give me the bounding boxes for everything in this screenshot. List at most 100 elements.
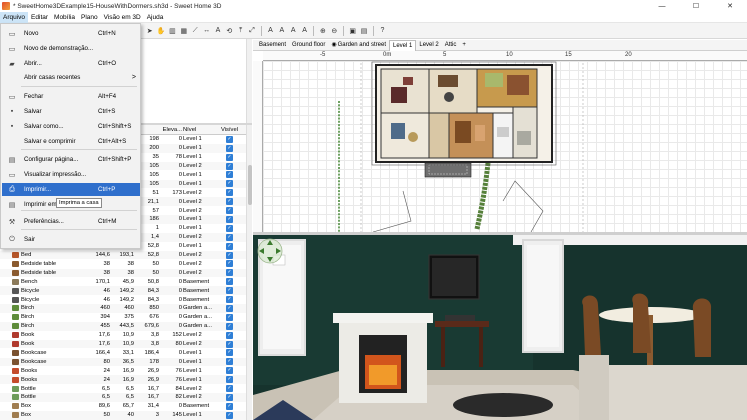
visible-checkbox[interactable]: ✓ xyxy=(226,269,233,277)
catalog-scrollbar[interactable] xyxy=(246,39,252,123)
table-row[interactable]: Bed 144,6 193,1 52,8 0 Level 2 ✓ xyxy=(0,250,246,260)
visible-checkbox[interactable]: ✓ xyxy=(226,207,233,215)
menu-item-salvar-e-comprimir[interactable]: Salvar e comprimir Ctrl+Alt+S xyxy=(2,135,140,148)
table-row[interactable]: Bookcase 166,4 33,1 186,4 0 Level 1 ✓ xyxy=(0,349,246,358)
table-row[interactable]: Bottle 6,5 6,5 16,7 84 Level 2 ✓ xyxy=(0,384,246,393)
menu-plano[interactable]: Plano xyxy=(78,12,101,23)
visible-checkbox[interactable]: ✓ xyxy=(226,287,233,295)
visible-checkbox[interactable]: ✓ xyxy=(226,198,233,206)
house-plan-drawing[interactable] xyxy=(253,51,747,232)
menu-mobilia[interactable]: Mobília xyxy=(51,12,78,23)
visible-checkbox[interactable]: ✓ xyxy=(226,376,233,384)
camera-icon[interactable]: ▣ xyxy=(348,26,357,35)
visible-checkbox[interactable]: ✓ xyxy=(226,411,233,419)
visible-checkbox[interactable]: ✓ xyxy=(226,349,233,357)
visible-checkbox[interactable]: ✓ xyxy=(226,162,233,170)
visible-checkbox[interactable]: ✓ xyxy=(226,242,233,250)
menu-item-preferências[interactable]: ⚒ Preferências... Ctrl+M xyxy=(2,215,140,228)
visible-checkbox[interactable]: ✓ xyxy=(226,224,233,232)
visible-checkbox[interactable]: ✓ xyxy=(226,153,233,161)
text-size-icon[interactable]: A xyxy=(289,26,298,35)
visible-checkbox[interactable]: ✓ xyxy=(226,189,233,197)
tab-ground-floor[interactable]: Ground floor xyxy=(289,40,328,50)
visible-checkbox[interactable]: ✓ xyxy=(226,180,233,188)
tab-attic[interactable]: Attic xyxy=(442,40,460,50)
close-window-button[interactable]: ✕ xyxy=(713,0,747,12)
tab-basement[interactable]: Basement xyxy=(256,40,289,50)
create-dimensions-icon[interactable]: ↔ xyxy=(202,26,211,35)
elevate-icon[interactable]: ⤒ xyxy=(236,26,245,35)
rotate-icon[interactable]: ⟲ xyxy=(225,26,234,35)
visible-checkbox[interactable]: ✓ xyxy=(226,385,233,393)
zoom-in-icon[interactable]: ⊕ xyxy=(318,26,327,35)
menu-item-sair[interactable]: ⏻ Sair xyxy=(2,233,140,246)
table-row[interactable]: Book 17,6 10,9 3,8 80 Level 2 ✓ xyxy=(0,339,246,349)
tab-level-1[interactable]: Level 1 xyxy=(389,39,417,51)
column-header-visible[interactable]: Visível xyxy=(221,127,238,133)
menu-arquivo[interactable]: Arquivo xyxy=(0,11,29,23)
visible-checkbox[interactable]: ✓ xyxy=(226,215,233,223)
create-walls-icon[interactable]: ▥ xyxy=(168,26,177,35)
text-bold-icon[interactable]: A xyxy=(266,26,275,35)
maximize-button[interactable]: ☐ xyxy=(679,0,713,12)
table-row[interactable]: Bottle 6,5 6,5 16,7 82 Level 2 ✓ xyxy=(0,393,246,402)
resize-icon[interactable]: ⤢ xyxy=(248,26,257,35)
visible-checkbox[interactable]: ✓ xyxy=(226,340,233,348)
menu-editar[interactable]: Editar xyxy=(28,12,51,23)
table-row[interactable]: Birch 455 443,5 679,6 0 Garden a... ✓ xyxy=(0,321,246,331)
visible-checkbox[interactable]: ✓ xyxy=(226,233,233,241)
menu-visao-3d[interactable]: Visão em 3D xyxy=(101,12,144,23)
visible-checkbox[interactable]: ✓ xyxy=(226,358,233,366)
visible-checkbox[interactable]: ✓ xyxy=(226,367,233,375)
minimize-button[interactable]: — xyxy=(645,0,679,12)
video-icon[interactable]: ▤ xyxy=(360,26,369,35)
visible-checkbox[interactable]: ✓ xyxy=(226,135,233,143)
table-row[interactable]: Birch 394 375 676 0 Garden a... ✓ xyxy=(0,313,246,322)
plan-view[interactable]: -5 0m 5 10 15 20 xyxy=(253,51,747,232)
table-row[interactable]: Book 17,6 10,9 3,8 152 Level 2 ✓ xyxy=(0,331,246,340)
table-row[interactable]: Box 89,6 65,7 31,4 0 Basement ✓ xyxy=(0,402,246,411)
create-polylines-icon[interactable]: ⟋ xyxy=(191,26,200,35)
zoom-out-icon[interactable]: ⊖ xyxy=(330,26,339,35)
select-mode-icon[interactable]: ➤ xyxy=(145,26,154,35)
scrollbar-thumb[interactable] xyxy=(248,165,252,205)
table-row[interactable]: Birch 460 460 850 0 Garden a... ✓ xyxy=(0,304,246,313)
table-row[interactable]: Books 24 16,9 26,9 76 Level 1 ✓ xyxy=(0,366,246,375)
menu-item-configurar-página[interactable]: ▤ Configurar página... Ctrl+Shift+P xyxy=(2,153,140,166)
visible-checkbox[interactable]: ✓ xyxy=(226,313,233,321)
column-header-elevation[interactable]: Eleva... xyxy=(160,127,182,133)
table-scrollbar[interactable] xyxy=(246,125,252,420)
menu-item-imprimir[interactable]: ⎙ Imprimir... Ctrl+P xyxy=(2,183,140,196)
visible-checkbox[interactable]: ✓ xyxy=(226,278,233,286)
tab-garden-and-street[interactable]: ◉Garden and street xyxy=(328,40,389,50)
menu-item-fechar[interactable]: ▭ Fechar Alt+F4 xyxy=(2,90,140,103)
table-row[interactable]: Box 50 40 3 145 Level 1 ✓ xyxy=(0,410,246,420)
visible-checkbox[interactable]: ✓ xyxy=(226,144,233,152)
column-header-level[interactable]: Nível xyxy=(183,127,217,133)
menu-ajuda[interactable]: Ajuda xyxy=(144,12,167,23)
table-row[interactable]: Bicycle 46 149,2 84,3 0 Basement ✓ xyxy=(0,295,246,304)
visible-checkbox[interactable]: ✓ xyxy=(226,251,233,259)
visible-checkbox[interactable]: ✓ xyxy=(226,296,233,304)
3d-view[interactable] xyxy=(253,235,747,420)
menu-item-novo-de-demonstração[interactable]: ▭ Novo de demonstração... xyxy=(2,42,140,55)
visible-checkbox[interactable]: ✓ xyxy=(226,260,233,268)
text-italic-icon[interactable]: A xyxy=(277,26,286,35)
tab-level-2[interactable]: Level 2 xyxy=(416,40,441,50)
visible-checkbox[interactable]: ✓ xyxy=(226,331,233,339)
pan-mode-icon[interactable]: ✋ xyxy=(157,26,166,35)
tab-add-level[interactable]: + xyxy=(459,40,469,50)
table-row[interactable]: Bedside table 38 38 50 0 Level 2 ✓ xyxy=(0,268,246,278)
create-rooms-icon[interactable]: ▦ xyxy=(179,26,188,35)
table-row[interactable]: Bedside table 38 38 50 0 Level 2 ✓ xyxy=(0,260,246,269)
menu-item-abrir[interactable]: ▰ Abrir... Ctrl+O xyxy=(2,57,140,70)
visible-checkbox[interactable]: ✓ xyxy=(226,402,233,410)
visible-checkbox[interactable]: ✓ xyxy=(226,171,233,179)
menu-item-abrir-casas-recentes[interactable]: Abrir casas recentes > xyxy=(2,71,140,84)
add-text-icon[interactable]: A xyxy=(213,26,222,35)
table-row[interactable]: Bench 170,1 45,9 50,8 0 Basement ✓ xyxy=(0,277,246,286)
visible-checkbox[interactable]: ✓ xyxy=(226,322,233,330)
help-icon[interactable]: ? xyxy=(378,26,387,35)
table-row[interactable]: Books 24 16,9 26,9 76 Level 1 ✓ xyxy=(0,375,246,385)
visible-checkbox[interactable]: ✓ xyxy=(226,393,233,401)
